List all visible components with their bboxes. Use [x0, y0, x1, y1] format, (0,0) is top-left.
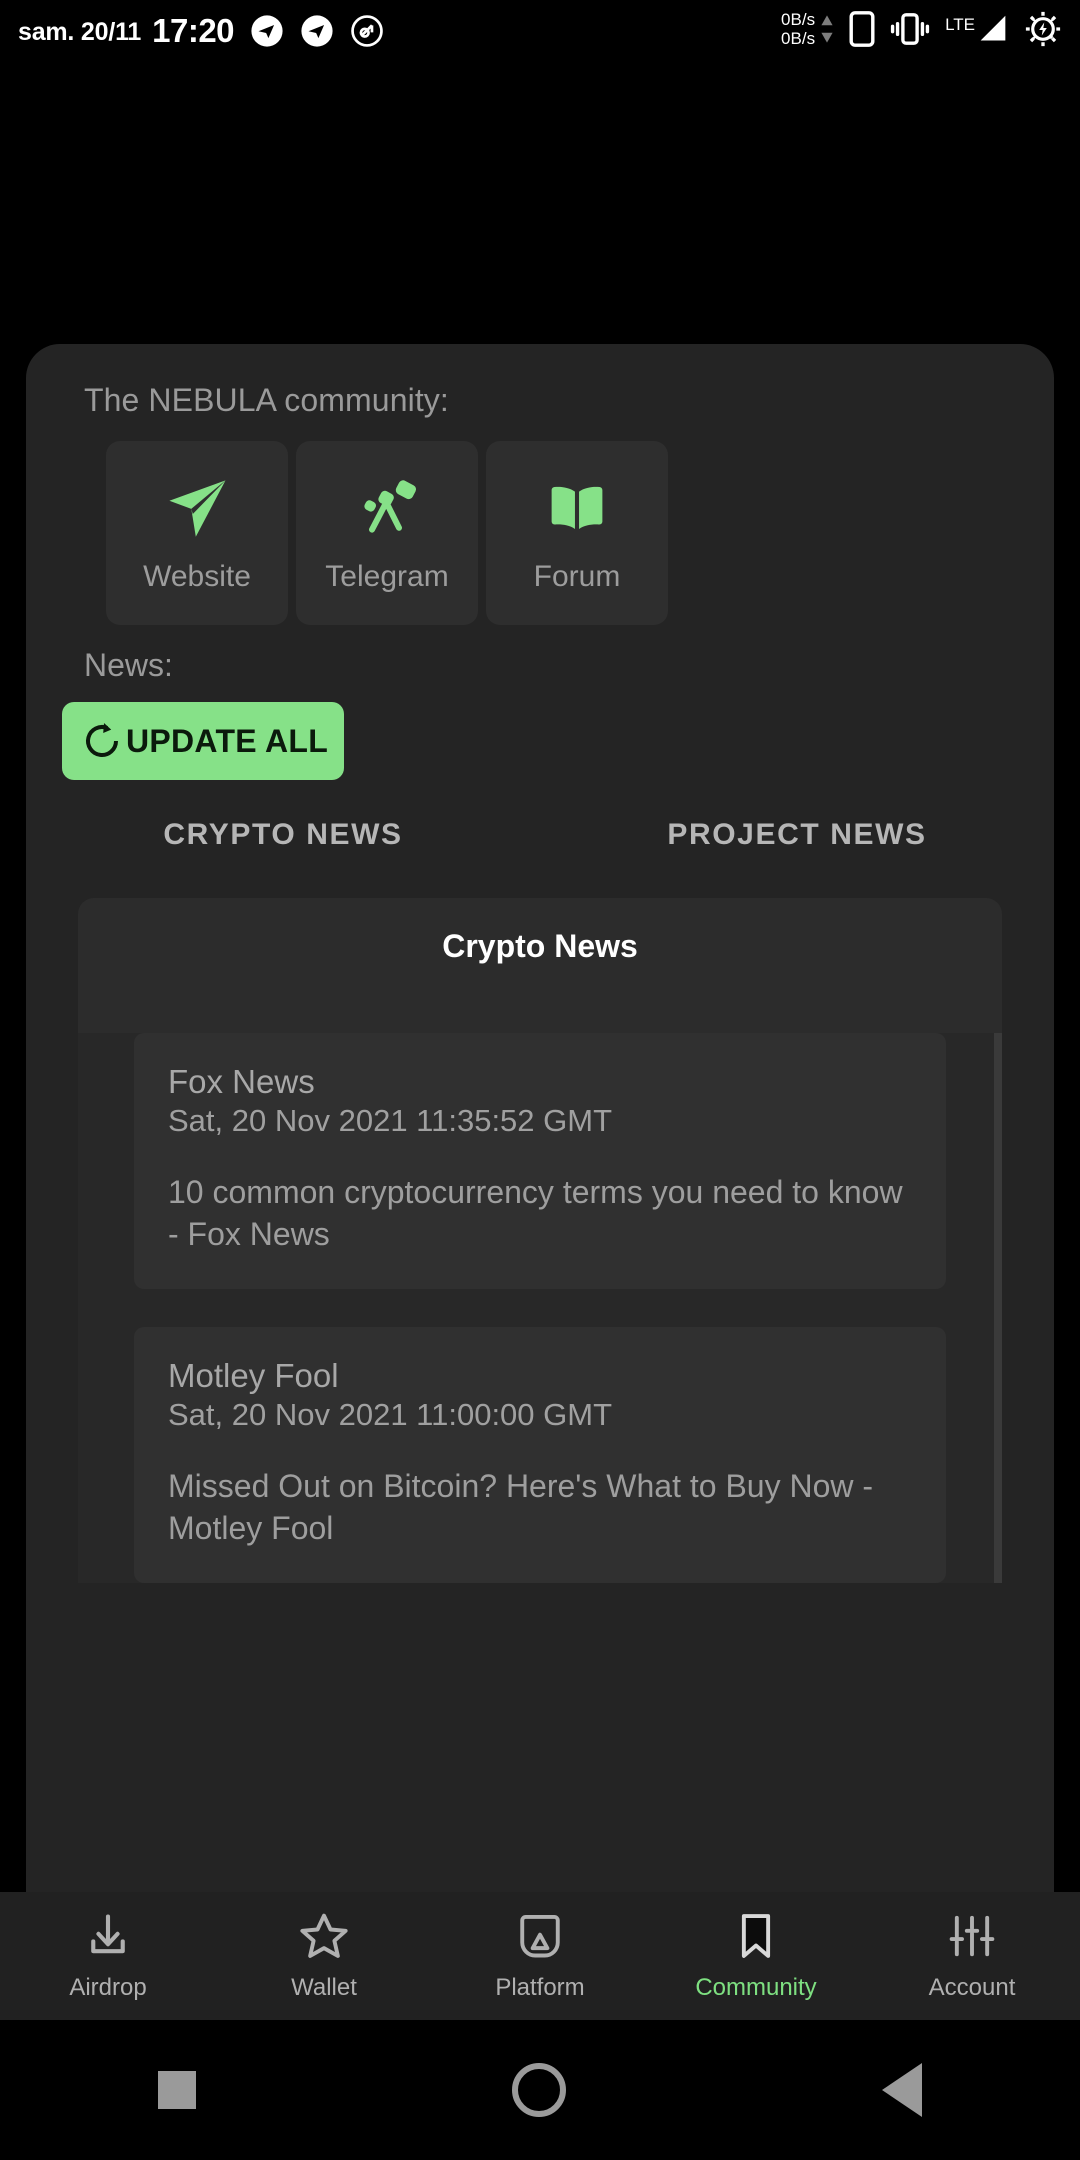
update-all-label: UPDATE ALL: [125, 722, 329, 759]
community-button-label: Telegram: [325, 560, 449, 593]
community-button-website[interactable]: Website: [106, 441, 288, 625]
tab-crypto-news[interactable]: CRYPTO NEWS: [26, 818, 540, 852]
network-type-label: LTE: [945, 15, 975, 34]
status-bar-left: sam. 20/11 17:20: [18, 10, 235, 49]
community-button-label: Forum: [533, 560, 621, 593]
nav-label: Community: [695, 1974, 817, 2001]
community-heading: The NEBULA community:: [84, 382, 449, 418]
telegram-icon: [301, 15, 333, 47]
status-bar: sam. 20/11 17:20 0B/s 0B/s LTE: [0, 0, 1080, 58]
news-panel-title: Crypto News: [442, 928, 638, 964]
news-list[interactable]: Fox News Sat, 20 Nov 2021 11:35:52 GMT 1…: [78, 1033, 1002, 1583]
nav-item-platform[interactable]: Platform: [432, 1910, 648, 2002]
nav-label: Platform: [495, 1974, 585, 2001]
news-source: Fox News: [168, 1063, 315, 1100]
community-card: The NEBULA community: Website Telegram F…: [26, 344, 1054, 1892]
nav-item-wallet[interactable]: Wallet: [216, 1910, 432, 2002]
status-time: 17:20: [152, 12, 235, 49]
news-scrollbar[interactable]: [994, 1033, 1002, 1583]
news-tabs: CRYPTO NEWS PROJECT NEWS: [26, 818, 1054, 852]
download-icon: [91, 1914, 125, 1954]
sliders-icon: [949, 1915, 995, 1957]
circle-icon[interactable]: [512, 2063, 566, 2117]
signal-icon: LTE: [945, 14, 1009, 44]
square-icon[interactable]: [158, 2071, 196, 2109]
status-bar-right: 0B/s 0B/s LTE: [781, 10, 1062, 48]
net-speed-down: 0B/s: [781, 29, 816, 48]
nav-item-community[interactable]: Community: [648, 1910, 864, 2002]
refresh-icon: [85, 723, 118, 757]
cast-icon: [520, 1914, 560, 1958]
vibrate-icon: [890, 13, 930, 45]
news-list-item[interactable]: Fox News Sat, 20 Nov 2021 11:35:52 GMT 1…: [134, 1033, 946, 1289]
news-list-item[interactable]: Motley Fool Sat, 20 Nov 2021 11:00:00 GM…: [134, 1327, 946, 1583]
phone-screen: sam. 20/11 17:20 0B/s 0B/s LTE The NEBUL…: [0, 0, 1080, 2160]
android-system-nav: [0, 2020, 1080, 2160]
community-links-row: Website Telegram Forum: [26, 419, 1054, 625]
news-date: Sat, 20 Nov 2021 11:35:52 GMT: [168, 1103, 613, 1138]
community-button-forum[interactable]: Forum: [486, 441, 668, 625]
nav-item-airdrop[interactable]: Airdrop: [0, 1910, 216, 2002]
net-speed-up: 0B/s: [781, 10, 816, 29]
quick-action-icon: [351, 15, 383, 47]
update-all-button[interactable]: UPDATE ALL: [62, 702, 344, 780]
community-button-label: Website: [143, 560, 251, 593]
network-speed: 0B/s 0B/s: [781, 10, 834, 48]
news-title: Missed Out on Bitcoin? Here's What to Bu…: [168, 1468, 874, 1546]
paper-plane-icon: [161, 472, 233, 544]
triangle-back-icon[interactable]: [882, 2063, 922, 2117]
net-arrows-icon: [820, 14, 834, 44]
telescope-icon: [351, 472, 423, 544]
phone-icon: [849, 11, 875, 47]
nav-item-account[interactable]: Account: [864, 1910, 1080, 2002]
bottom-navigation: Airdrop Wallet Platform Community Accoun…: [0, 1892, 1080, 2020]
news-panel: Crypto News Fox News Sat, 20 Nov 2021 11…: [78, 898, 1002, 1583]
tab-project-news[interactable]: PROJECT NEWS: [540, 818, 1054, 852]
news-source: Motley Fool: [168, 1357, 339, 1394]
news-heading: News:: [84, 647, 173, 683]
status-date: sam. 20/11: [18, 18, 142, 46]
bookmark-icon: [741, 1914, 771, 1958]
nav-label: Account: [928, 1974, 1016, 2001]
community-button-telegram[interactable]: Telegram: [296, 441, 478, 625]
star-icon: [300, 1913, 348, 1958]
notification-icons: [250, 14, 384, 48]
battery-charging-icon: [1025, 11, 1061, 47]
nav-label: Wallet: [291, 1974, 357, 2001]
open-book-icon: [542, 472, 612, 544]
nav-label: Airdrop: [69, 1974, 147, 2001]
news-title: 10 common cryptocurrency terms you need …: [168, 1174, 903, 1252]
news-date: Sat, 20 Nov 2021 11:00:00 GMT: [168, 1397, 613, 1432]
app-content: The NEBULA community: Website Telegram F…: [0, 58, 1080, 1892]
telegram-icon: [251, 15, 283, 47]
